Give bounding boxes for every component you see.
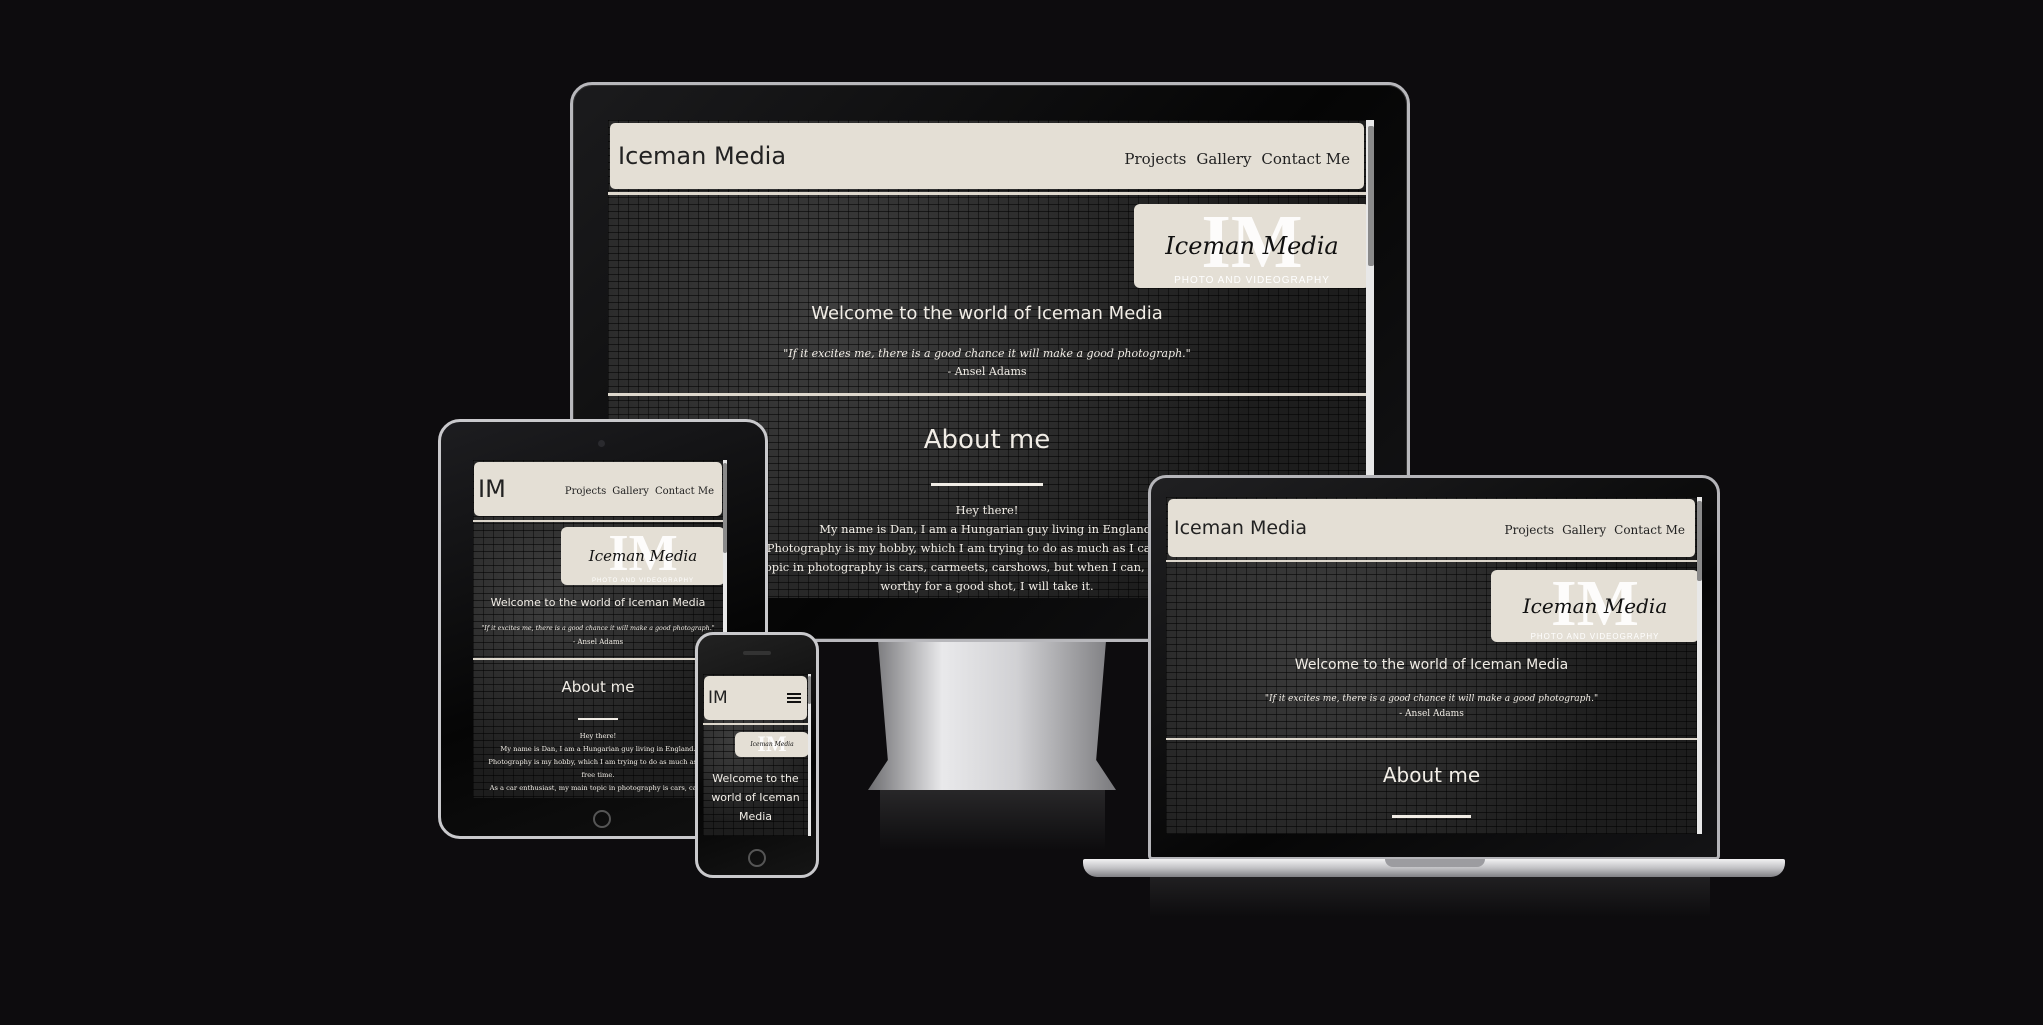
quote: "If it excites me, there is a good chanc… — [481, 625, 715, 632]
about-line: My name is Dan, I am a Hungarian guy liv… — [500, 745, 696, 753]
tablet-camera — [598, 440, 605, 447]
scrollbar-thumb[interactable] — [1697, 501, 1702, 581]
phone-screen: IM IM Iceman Media Welcome to the world … — [703, 674, 811, 836]
quote-author: - Ansel Adams — [572, 638, 624, 646]
divider — [1166, 560, 1697, 562]
nav-contact[interactable]: Contact Me — [1614, 523, 1685, 537]
brand-short[interactable]: IM — [708, 688, 728, 708]
welcome-line: Welcome to the — [712, 772, 799, 785]
nav-links: Projects Gallery Contact Me — [1505, 523, 1685, 537]
about-line: free time. — [581, 771, 615, 779]
nav-contact[interactable]: Contact Me — [1261, 150, 1350, 168]
welcome-heading: Welcome to the world of Iceman Media — [490, 596, 706, 609]
divider — [473, 658, 723, 660]
brand-name[interactable]: Iceman Media — [618, 142, 786, 170]
divider — [1166, 738, 1697, 740]
logo-card: IM Iceman Media PHOTO AND VIDEOGRAPHY — [1134, 204, 1370, 288]
welcome-heading: Welcome to the world of Iceman Media — [1294, 657, 1569, 673]
divider — [703, 723, 808, 725]
logo-card: IM Iceman Media — [735, 732, 809, 757]
monitor-stand — [868, 640, 1116, 790]
scrollbar-thumb[interactable] — [1368, 126, 1374, 266]
navbar: Iceman Media Projects Gallery Contact Me — [1168, 499, 1695, 557]
divider — [473, 520, 723, 522]
tablet-home-button — [593, 810, 611, 828]
nav-links: Projects Gallery Contact Me — [1124, 150, 1350, 168]
nav-projects[interactable]: Projects — [565, 486, 606, 497]
welcome-line: world of Iceman — [711, 791, 800, 804]
nav-gallery[interactable]: Gallery — [612, 486, 649, 497]
about-line: Photography is my hobby, which I am tryi… — [488, 758, 708, 766]
about-underline — [1392, 815, 1471, 818]
quote: "If it excites me, there is a good chanc… — [1264, 694, 1599, 704]
nav-projects[interactable]: Projects — [1505, 523, 1555, 537]
quote: "If it excites me, there is a good chanc… — [783, 347, 1191, 360]
laptop-screen: Iceman Media Projects Gallery Contact Me… — [1166, 497, 1702, 834]
monitor-stand-reflection — [880, 790, 1105, 850]
scrollbar[interactable] — [808, 674, 811, 836]
welcome-line: Media — [738, 810, 773, 823]
phone-home-button — [748, 849, 766, 867]
welcome-heading: Welcome to the world of Iceman Media — [811, 303, 1163, 324]
logo-card: IM Iceman Media PHOTO AND VIDEOGRAPHY — [561, 527, 725, 585]
divider — [608, 192, 1366, 195]
brand-short[interactable]: IM — [478, 475, 506, 503]
navbar: IM Projects Gallery Contact Me — [474, 462, 722, 516]
logo-subtitle: PHOTO AND VIDEOGRAPHY — [592, 577, 694, 584]
logo-script: Iceman Media — [1522, 594, 1668, 618]
about-underline — [578, 718, 618, 720]
navbar: Iceman Media Projects Gallery Contact Me — [610, 123, 1364, 189]
nav-gallery[interactable]: Gallery — [1562, 523, 1606, 537]
nav-projects[interactable]: Projects — [1124, 150, 1186, 168]
scrollbar[interactable] — [1697, 497, 1702, 834]
laptop-reflection — [1150, 877, 1710, 917]
logo-script: Iceman Media — [588, 547, 698, 565]
scrollbar-thumb[interactable] — [723, 463, 727, 553]
about-line: As a car enthusiast, my main topic in ph… — [489, 784, 707, 792]
logo-subtitle: PHOTO AND VIDEOGRAPHY — [1174, 275, 1330, 287]
hamburger-icon[interactable] — [787, 691, 801, 705]
divider — [608, 393, 1366, 396]
quote-author: - Ansel Adams — [947, 365, 1027, 378]
logo-script: Iceman Media — [1165, 232, 1339, 260]
tablet-screen: IM Projects Gallery Contact Me IM Iceman… — [473, 460, 727, 798]
logo-card: IM Iceman Media PHOTO AND VIDEOGRAPHY — [1491, 570, 1699, 642]
nav-links: Projects Gallery Contact Me — [565, 486, 714, 497]
laptop-notch — [1385, 859, 1485, 867]
logo-subtitle: PHOTO AND VIDEOGRAPHY — [1530, 631, 1660, 641]
quote-author: - Ansel Adams — [1399, 709, 1464, 719]
navbar: IM — [704, 676, 807, 720]
nav-contact[interactable]: Contact Me — [655, 486, 714, 497]
about-title: About me — [561, 678, 635, 696]
phone-speaker — [743, 651, 771, 655]
welcome-heading: Welcome to the world of Iceman Media — [703, 769, 808, 826]
logo-script: Iceman Media — [750, 741, 794, 748]
nav-gallery[interactable]: Gallery — [1196, 150, 1251, 168]
scrollbar-thumb[interactable] — [808, 676, 811, 704]
about-text: Hey there! My name is Dan, I am a Hungar… — [473, 730, 723, 795]
about-title: About me — [1382, 763, 1481, 787]
brand-name[interactable]: Iceman Media — [1174, 517, 1307, 539]
about-underline — [931, 483, 1043, 486]
about-line: Hey there! — [579, 732, 617, 740]
